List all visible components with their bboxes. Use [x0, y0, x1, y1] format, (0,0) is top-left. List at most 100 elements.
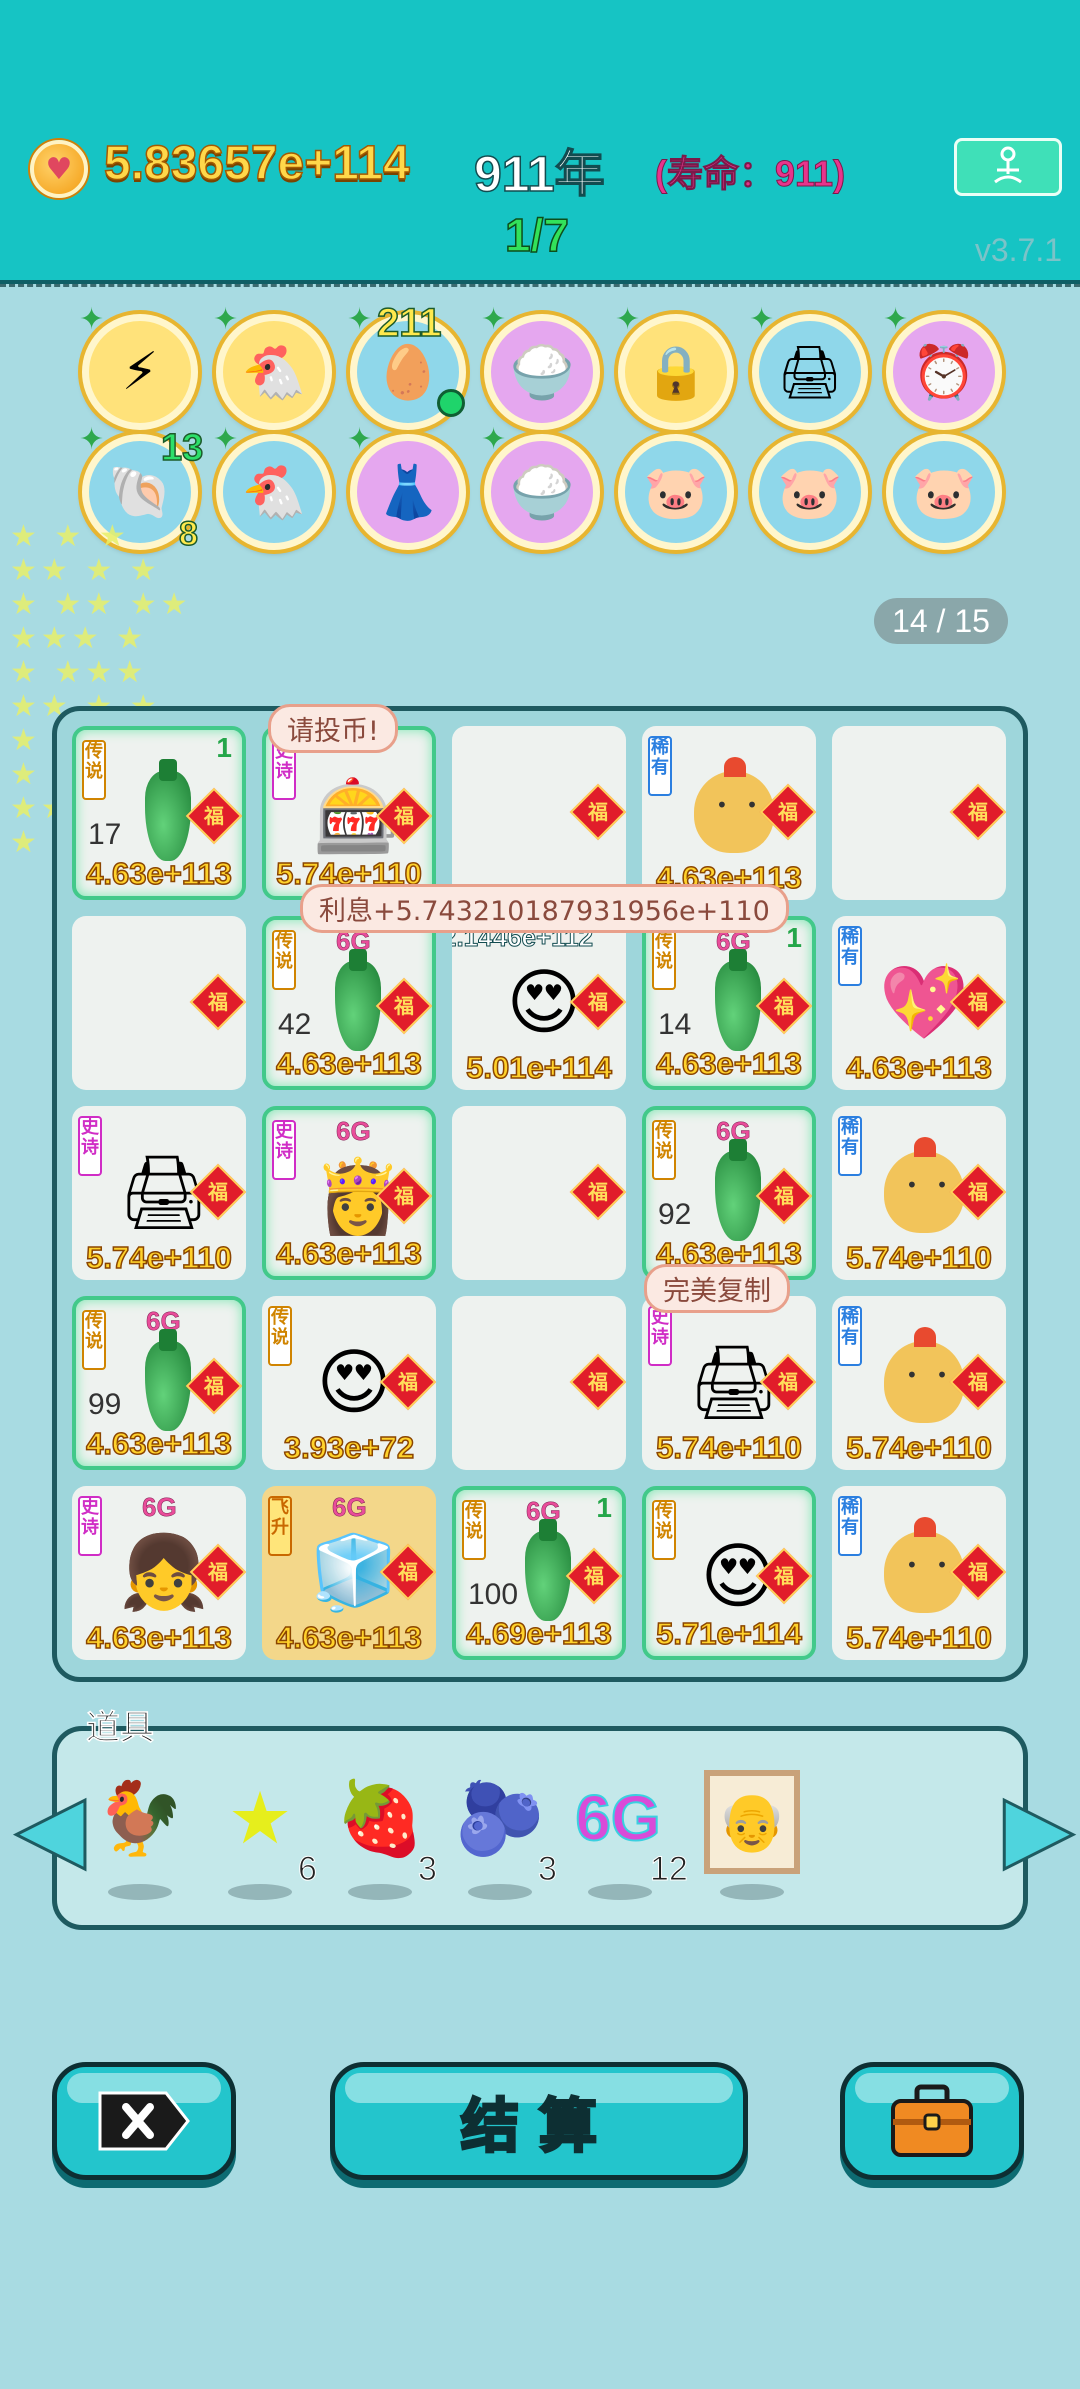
board-cell[interactable]: 传说 1 17 福 4.63e+113 [72, 726, 246, 900]
rarity-tag: 稀有 [648, 736, 672, 796]
board-cell[interactable]: 传说 6G 92 福 4.63e+113 [642, 1106, 816, 1280]
board-cell[interactable]: 传说 6G 99 福 4.63e+113 [72, 1296, 246, 1470]
board-cell[interactable]: 稀有福5.74e+110 [832, 1106, 1006, 1280]
safe-icon: 🔒 [643, 342, 709, 403]
piggy-bank-icon: 🐷 [911, 462, 977, 523]
board-cell[interactable]: 传说 6G 42 福 4.63e+113 [262, 916, 436, 1090]
pin-icon: ✦ [347, 302, 373, 337]
strawberry-count: 3 [418, 1850, 438, 1889]
shell-count: 13 [160, 426, 204, 470]
divider [0, 284, 1080, 287]
rice-buff[interactable]: ✦ 🍚 [481, 305, 600, 430]
board-cell[interactable]: 传说 😍 福 3.93e+72 [262, 1296, 436, 1470]
cell-value: 3.93e+72 [283, 1429, 415, 1466]
cell-value: 4.63e+113 [85, 1619, 232, 1656]
item-count: 92 [658, 1198, 692, 1231]
stage-progress: 1/7 [504, 208, 569, 262]
page-indicator: 14 / 15 [874, 598, 1008, 644]
pin-icon: ✦ [481, 302, 507, 337]
egg-count: 211 [376, 300, 442, 346]
meditate-button[interactable] [954, 138, 1062, 196]
rarity-tag: 传说 [462, 1500, 486, 1560]
strawberry-tool[interactable]: 🍓 [332, 1770, 428, 1866]
board-cell[interactable]: 稀有福5.74e+110 [832, 1486, 1006, 1660]
board-cell[interactable]: 福 [832, 726, 1006, 900]
time-buff[interactable]: ✦ ⏰ [883, 305, 1002, 430]
fortune-icon: 福 [569, 1163, 626, 1221]
piggy-bank-buff[interactable]: 🐷 [886, 434, 1002, 550]
rarity-tag: 稀有 [838, 1496, 862, 1556]
board-cell[interactable]: 稀有 💖 福 4.63e+113 [832, 916, 1006, 1090]
lightning-buff[interactable]: ✦ ⚡ [79, 305, 198, 430]
bayberry-tool[interactable]: 🫐 [452, 1770, 548, 1866]
cell-value: 4.63e+113 [275, 1619, 422, 1656]
board-cell[interactable]: 福 [452, 726, 626, 900]
board-cell[interactable]: 稀有福5.74e+110 [832, 1296, 1006, 1470]
exit-button[interactable] [52, 2062, 236, 2180]
printer-buff[interactable]: ✦ 🖨 [749, 305, 868, 430]
egg-tray-buff[interactable]: ✦ 🥚 211 [347, 300, 466, 430]
fortune-icon: 福 [189, 973, 246, 1031]
rarity-tag: 稀有 [838, 1116, 862, 1176]
tool-shadow [720, 1884, 784, 1900]
item-count: 14 [658, 1008, 692, 1041]
skirt-buff[interactable]: ✦ 👗 [347, 425, 466, 550]
pin-icon: ✦ [749, 302, 775, 337]
briefcase-icon [891, 2084, 973, 2157]
rarity-tag: 传说 [82, 1310, 106, 1370]
printer-icon: 🖨 [776, 342, 843, 403]
board-cell[interactable]: 史诗 🖨 福 5.74e+110 [72, 1106, 246, 1280]
meditate-icon [994, 146, 1022, 184]
board-cell[interactable]: 飞升 6G 🧊 福 4.63e+113 [262, 1486, 436, 1660]
lightning-icon: ⚡ [121, 342, 159, 402]
syringe-chick-icon: 🐔 [241, 462, 307, 523]
board-cell[interactable]: 史诗 🖨 福 5.74e+110 [642, 1296, 816, 1470]
level-label: 1 [596, 1492, 612, 1523]
6g-count: 12 [650, 1850, 689, 1889]
briefcase-button[interactable] [840, 2062, 1024, 2180]
settle-button[interactable]: 结算 [330, 2062, 748, 2180]
rarity-tag: 史诗 [272, 1120, 296, 1180]
chick-icon: 🐔 [241, 342, 307, 403]
fortune-icon: 福 [569, 783, 626, 841]
tool-shadow [348, 1884, 412, 1900]
tool-shadow [468, 1884, 532, 1900]
piggy-bank-buff[interactable]: 🐷 [618, 434, 734, 550]
next-arrow-icon[interactable]: ▶ [1003, 1776, 1075, 1879]
skirt-icon: 👗 [375, 462, 441, 523]
perfect-copy-bubble: 完美复制 [644, 1264, 790, 1313]
safe-buff[interactable]: ✦ 🔒 [615, 305, 734, 430]
board-cell[interactable]: 稀有福4.63e+113 [642, 726, 816, 900]
cell-value: 4.63e+113 [275, 1045, 422, 1082]
piggy-bank-buff[interactable]: 🐷 [752, 434, 868, 550]
level-label: 1 [216, 732, 232, 763]
item-count: 42 [278, 1008, 312, 1041]
star-tool[interactable]: ★ [212, 1770, 308, 1866]
rice-up-buff[interactable]: ✦ 🍚 [481, 425, 600, 550]
portrait-tool[interactable]: 👴 [704, 1770, 800, 1874]
close-icon [98, 2091, 190, 2151]
tools-title: 道具 [86, 1708, 155, 1749]
rarity-tag: 史诗 [78, 1116, 102, 1176]
board-cell[interactable]: 传说 😍 福 5.71e+114 [642, 1486, 816, 1660]
level-label: 1 [786, 922, 802, 953]
hen-tool[interactable]: 🐓 [92, 1770, 188, 1866]
pin-icon: ✦ [213, 422, 239, 457]
board-cell[interactable]: 2.1446e+112 😍 福 5.01e+114 [452, 916, 626, 1090]
board-cell[interactable]: 福 [452, 1296, 626, 1470]
board-cell[interactable]: 史诗 6G 👸 福 4.63e+113 [262, 1106, 436, 1280]
cell-value: 5.01e+114 [465, 1049, 612, 1086]
cell-value: 4.63e+113 [85, 1425, 232, 1462]
board-cell[interactable]: 传说 6G 1 14 福 4.63e+113 [642, 916, 816, 1090]
rice-up-icon: 🍚 [509, 462, 575, 523]
rarity-tag: 传说 [268, 1306, 292, 1366]
prev-arrow-icon[interactable]: ◀ [15, 1776, 87, 1879]
board-cell[interactable]: 传说 6G 1 100 福 4.69e+113 [452, 1486, 626, 1660]
pin-icon: ✦ [883, 302, 909, 337]
board-cell[interactable]: 福 [72, 916, 246, 1090]
board-cell[interactable]: 福 [452, 1106, 626, 1280]
network-badge: 6G [332, 1492, 367, 1523]
rarity-tag: 飞升 [268, 1496, 292, 1556]
board-cell[interactable]: 史诗 6G 👧 福 4.63e+113 [72, 1486, 246, 1660]
chick-buff[interactable]: ✦ 🐔 [213, 305, 332, 430]
